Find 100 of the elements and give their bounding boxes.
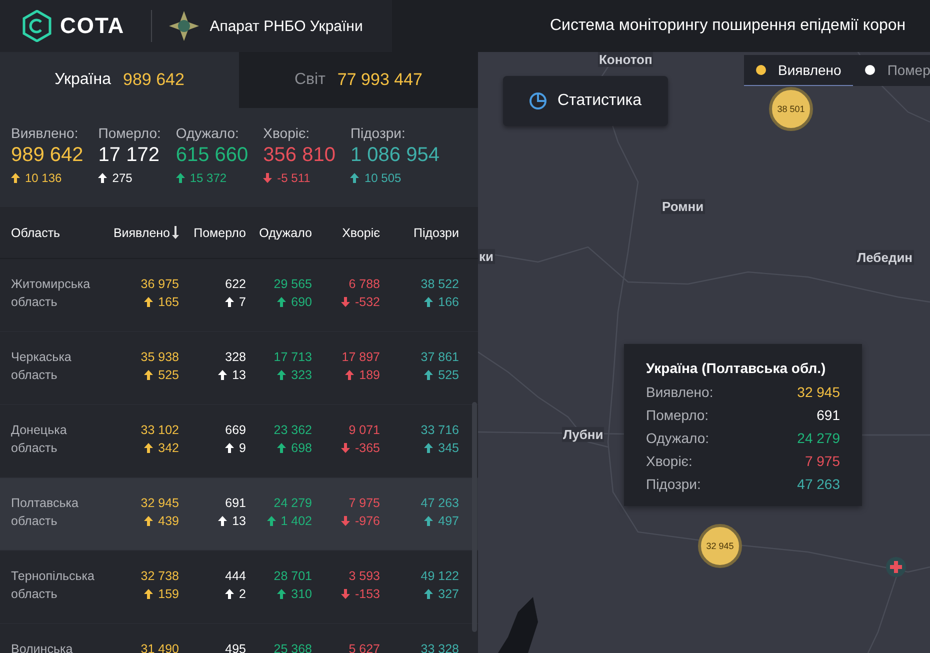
tooltip-value: 24 279 xyxy=(797,429,840,448)
tooltip-label: Підозри: xyxy=(646,475,701,494)
table-cell-text: 444 xyxy=(225,568,246,585)
change-value: 1 402 xyxy=(280,513,312,530)
brand-name: COTA xyxy=(60,13,125,39)
table-cell-text: 33 102 xyxy=(140,422,179,439)
table-cell-text: 35 938 xyxy=(140,349,179,366)
change-value: -976 xyxy=(354,513,380,530)
change-value: 698 xyxy=(291,440,312,457)
table-cell-text: 33 328 xyxy=(420,641,459,653)
table-cell-text: 6 788 xyxy=(348,276,380,293)
change-value: 310 xyxy=(291,586,312,603)
column-header[interactable]: Померло xyxy=(194,226,246,240)
table-cell-text: 33 716 xyxy=(420,422,459,439)
table-cell-text: 37 861 xyxy=(420,349,459,366)
table-cell-text: 49 122 xyxy=(420,568,459,585)
stat-value: 356 810 xyxy=(263,144,336,167)
table-cell-text: 7 975 xyxy=(348,495,380,512)
change-value: 323 xyxy=(291,367,312,384)
tooltip-label: Одужало: xyxy=(646,429,710,448)
organization-name: Апарат РНБО України xyxy=(210,18,363,34)
region-name: Тернопільська область xyxy=(11,568,96,603)
table-cell-text: 31 490 xyxy=(140,641,179,653)
tooltip-value: 691 xyxy=(816,406,840,425)
stat-label: Померло: xyxy=(98,125,161,141)
tooltip-value: 32 945 xyxy=(797,383,840,402)
change-value: 525 xyxy=(158,367,179,384)
table-cell-text: 328 xyxy=(225,349,246,366)
stat-change: 10 136 xyxy=(25,171,62,185)
place-label: ки xyxy=(478,249,494,264)
tooltip-label: Виявлено: xyxy=(646,383,714,402)
column-header[interactable]: Виявлено xyxy=(113,226,170,240)
table-cell-text: 9 071 xyxy=(348,422,380,439)
table-cell-text: 32 945 xyxy=(140,495,179,512)
column-header[interactable]: Одужало xyxy=(259,226,312,240)
table-cell-text: 23 362 xyxy=(274,422,312,439)
column-header[interactable]: Область xyxy=(11,226,60,240)
table-cell-text: 32 738 xyxy=(140,568,179,585)
change-value: 497 xyxy=(438,513,459,530)
pie-chart-icon xyxy=(529,92,548,110)
stat-label: Хворіє: xyxy=(263,125,311,141)
stat-label: Виявлено: xyxy=(11,125,80,141)
place-label: Лебедин xyxy=(856,250,914,265)
hospital-icon[interactable] xyxy=(885,556,907,578)
stat-change: -5 511 xyxy=(277,171,310,185)
sort-arrow-icon[interactable] xyxy=(172,226,179,239)
region-name: Волинська xyxy=(11,641,74,653)
change-value: -365 xyxy=(354,440,380,457)
scrollbar[interactable] xyxy=(472,402,477,632)
statistics-button[interactable]: Статистика xyxy=(503,76,668,126)
table-cell-text: 669 xyxy=(225,422,246,439)
table-cell-text: 25 368 xyxy=(274,641,312,653)
legend-tab[interactable]: Помер xyxy=(853,55,930,86)
table-row[interactable]: Полтавська область 32 945 439 691 13 24 279 1 402 7 975 -976 47 263 497 xyxy=(0,478,478,551)
table-cell-text: 47 263 xyxy=(420,495,459,512)
legend-tab[interactable]: Виявлено xyxy=(744,55,854,86)
stat-value: 17 172 xyxy=(98,144,160,167)
table-cell-text: 495 xyxy=(225,641,246,653)
change-value: -153 xyxy=(354,586,380,603)
change-value: 9 xyxy=(239,440,246,457)
stat-value: 989 642 xyxy=(11,144,84,167)
table-cell-text: 38 522 xyxy=(420,276,459,293)
table-cell-text: 691 xyxy=(225,495,246,512)
change-value: 13 xyxy=(232,513,246,530)
table-row[interactable]: Житомирська область 36 975 165 622 7 29 565 690 6 788 -532 38 522 166 xyxy=(0,259,478,332)
column-header[interactable]: Хворіє xyxy=(342,226,380,240)
region-name: Донецька область xyxy=(11,422,68,457)
region-name: Житомирська область xyxy=(11,276,92,311)
tooltip-label: Хворіє: xyxy=(646,452,692,471)
tooltip-value: 47 263 xyxy=(797,475,840,494)
tooltip-value: 7 975 xyxy=(804,452,840,471)
stat-value: 615 660 xyxy=(176,144,248,167)
stat-label: Підозри: xyxy=(350,125,406,141)
place-label: Ромни xyxy=(661,199,705,214)
page-title: Система моніторингу поширення епідемії корон xyxy=(550,17,906,35)
table-cell-text: 5 627 xyxy=(348,641,380,653)
change-value: 525 xyxy=(438,367,459,384)
scope-tab[interactable]: Україна 989 642 xyxy=(0,52,239,108)
column-header[interactable]: Підозри xyxy=(413,226,459,240)
region-name: Черкаська область xyxy=(11,349,72,384)
change-value: 7 xyxy=(239,294,246,311)
stat-change: 10 505 xyxy=(364,171,402,185)
stat-label: Одужало: xyxy=(176,125,240,141)
change-value: 159 xyxy=(158,586,179,603)
change-value: 690 xyxy=(291,294,312,311)
cluster-marker[interactable]: 32 945 xyxy=(698,524,742,568)
change-value: 2 xyxy=(239,586,246,603)
stat-change: 15 372 xyxy=(190,171,227,185)
stat-value: 1 086 954 xyxy=(350,144,440,167)
change-value: 345 xyxy=(438,440,459,457)
table-cell-text: 36 975 xyxy=(140,276,179,293)
region-name: Полтавська область xyxy=(11,495,80,530)
place-label: Конотоп xyxy=(598,52,654,67)
table-cell-text: 17 713 xyxy=(274,349,312,366)
stat-change: 275 xyxy=(112,171,132,185)
scope-tab[interactable]: Світ 77 993 447 xyxy=(239,52,478,108)
tooltip-title: Україна (Полтавська обл.) xyxy=(646,360,827,376)
change-value: 13 xyxy=(232,367,246,384)
table-cell-text: 3 593 xyxy=(348,568,380,585)
cluster-marker[interactable]: 38 501 xyxy=(769,87,813,131)
